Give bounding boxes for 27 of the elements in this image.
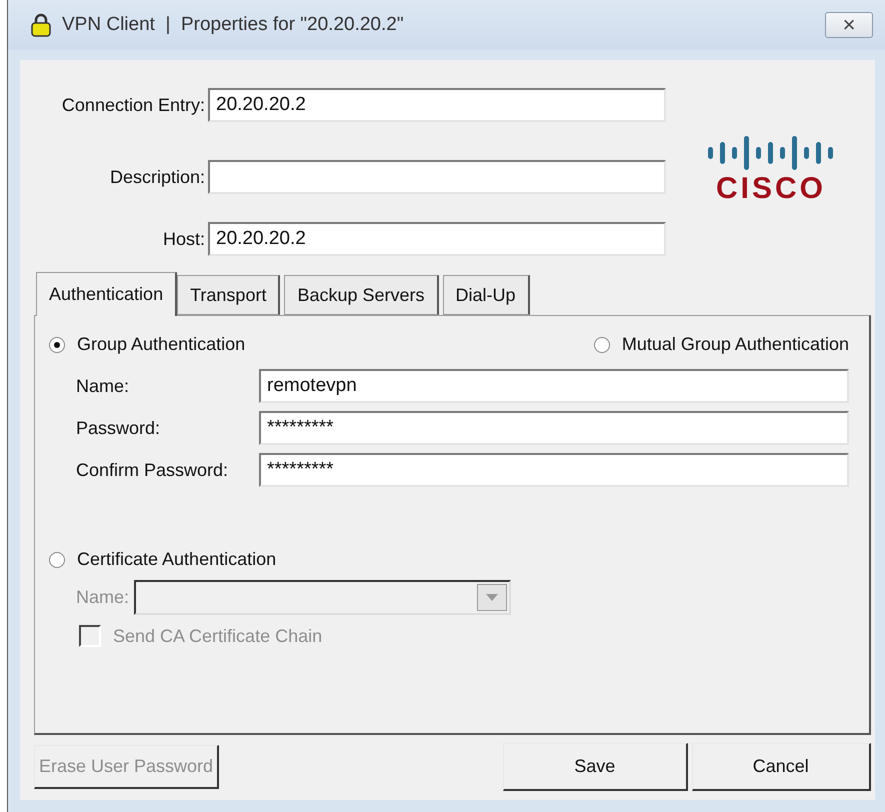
field-label: Description:: [108, 166, 206, 188]
text-field[interactable]: 20.20.20.2: [208, 222, 666, 256]
tab[interactable]: Dial-Up: [442, 275, 530, 315]
text-field[interactable]: remotevpn: [259, 369, 849, 403]
logo-text: CISCO: [716, 174, 826, 204]
field-label: Name:: [76, 376, 130, 396]
text-field[interactable]: *********: [259, 453, 849, 487]
field-label: Confirm Password:: [76, 460, 230, 480]
field-label: Password:: [76, 418, 162, 438]
text-field[interactable]: 20.20.20.2: [208, 88, 666, 122]
field-label: Connection Entry:: [60, 94, 206, 116]
radio-button[interactable]: Group Authentication: [49, 334, 246, 355]
window-title: VPN Client | Properties for "20.20.20.2": [62, 14, 405, 36]
dialog-button[interactable]: Save: [503, 743, 688, 791]
text-field[interactable]: *********: [259, 411, 849, 445]
tab[interactable]: Backup Servers: [284, 275, 439, 315]
field-label: Name:: [76, 587, 130, 608]
field-label: Host:: [162, 228, 206, 250]
dropdown-arrow-icon: [486, 594, 498, 601]
radio-button[interactable]: Mutual Group Authentication: [594, 334, 849, 355]
text-field[interactable]: [208, 160, 666, 194]
padlock-icon: [30, 13, 52, 37]
close-button[interactable]: ×: [825, 12, 873, 38]
logo-bars-icon: [706, 136, 836, 170]
tab[interactable]: Authentication: [36, 272, 178, 316]
tab[interactable]: Transport: [177, 275, 280, 315]
dialog-button[interactable]: Cancel: [692, 743, 871, 791]
